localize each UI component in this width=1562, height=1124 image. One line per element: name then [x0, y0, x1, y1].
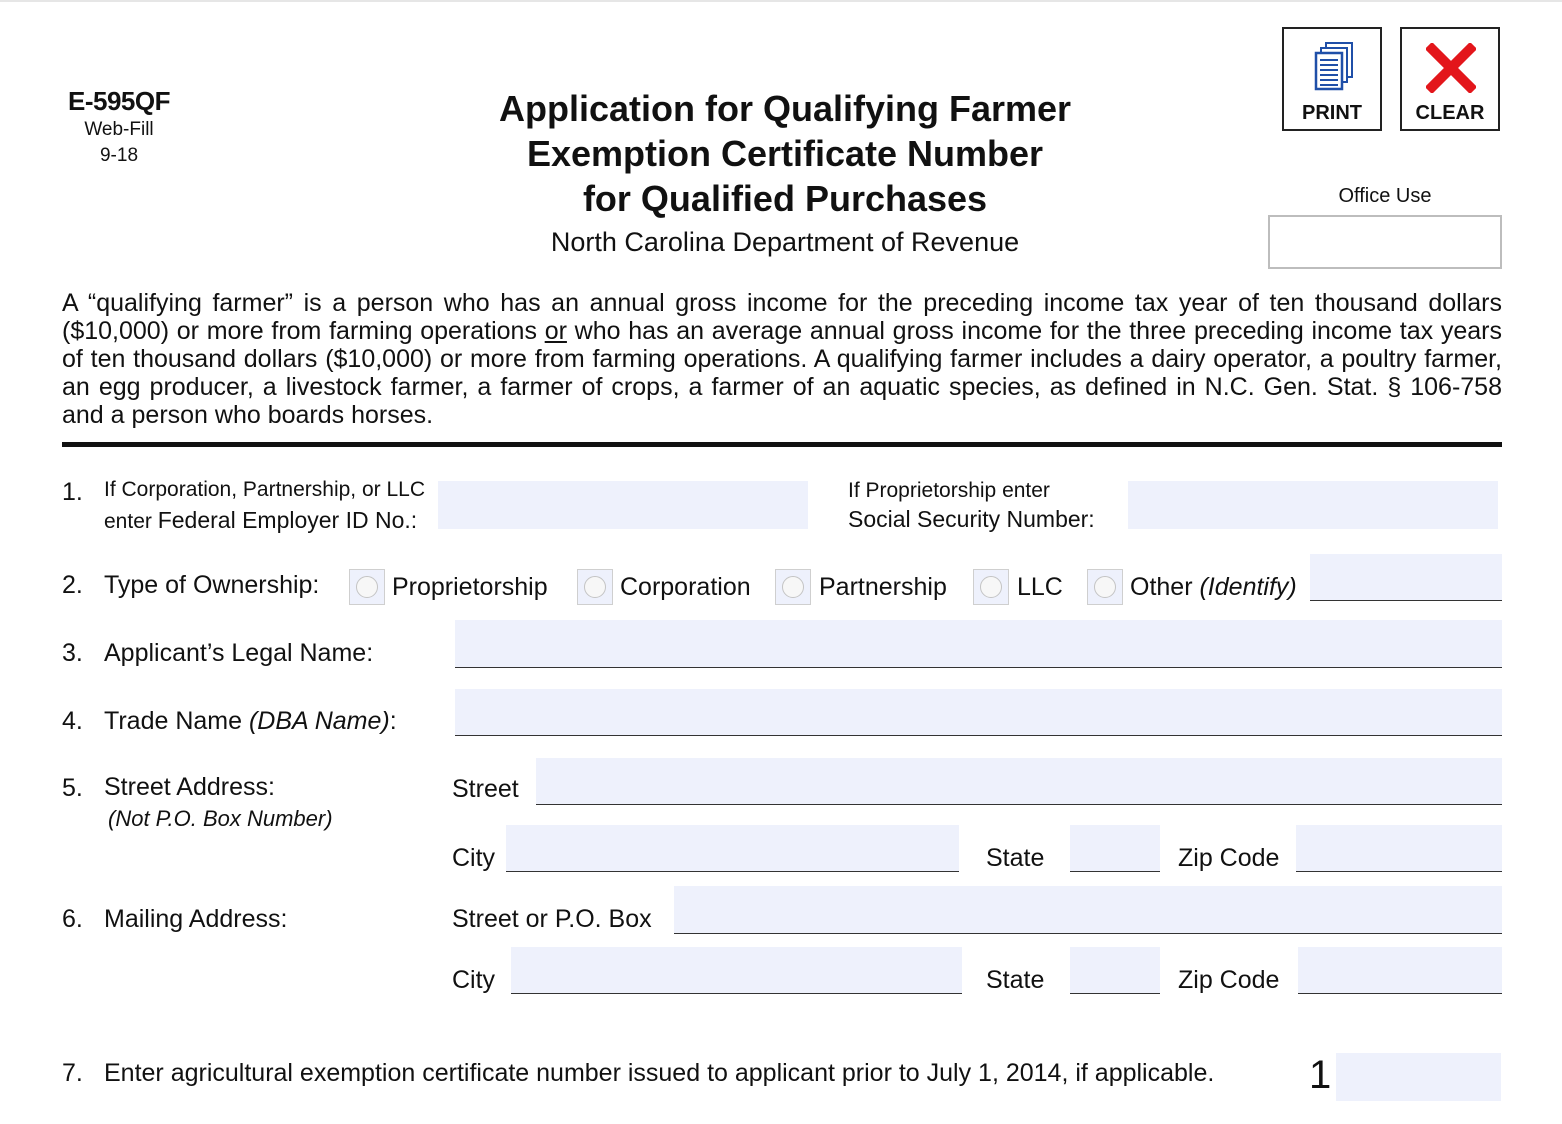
radio-circle [782, 576, 804, 598]
mailing-street-label: Street or P.O. Box [452, 905, 652, 933]
mailing-city-label: City [452, 966, 496, 994]
intro-paragraph: A “qualifying farmer” is a person who ha… [62, 289, 1502, 429]
intro-or-emphasis: or [544, 317, 567, 345]
print-button[interactable]: PRINT [1282, 27, 1382, 131]
city-input[interactable] [506, 825, 959, 871]
fein-label-prefix: enter [104, 510, 158, 533]
mailing-zip-field[interactable] [1298, 947, 1502, 994]
radio-other[interactable] [1087, 569, 1123, 605]
city-field[interactable] [506, 825, 959, 872]
zip-label: Zip Code [1178, 844, 1280, 872]
certificate-prefix: 1 [1309, 1053, 1332, 1097]
zip-field[interactable] [1296, 825, 1502, 872]
form-title-line-1: Application for Qualifying Farmer [498, 88, 1072, 129]
radio-proprietorship[interactable] [349, 569, 385, 605]
state-input[interactable] [1070, 825, 1160, 871]
ownership-label: Type of Ownership: [104, 571, 320, 599]
street-field[interactable] [536, 758, 1502, 805]
mailing-state-label: State [986, 966, 1045, 994]
mailing-zip-label: Zip Code [1178, 966, 1280, 994]
form-id-block: E-595QF Web-Fill 9-18 [58, 86, 180, 169]
office-use-field[interactable] [1268, 215, 1502, 269]
trade-name-label: Trade Name (DBA Name): [104, 707, 397, 736]
street-input[interactable] [536, 758, 1502, 804]
form-date: 9-18 [99, 145, 139, 166]
mailing-city-input[interactable] [511, 947, 962, 993]
ssn-label-line-2: Social Security Number: [848, 506, 1095, 532]
fein-label-line-2: enter Federal Employer ID No.: [104, 507, 417, 534]
legal-name-label: Applicant’s Legal Name: [104, 639, 374, 667]
line-6-number: 6. [62, 905, 83, 933]
line-3-number: 3. [62, 639, 83, 667]
trade-name-hint: (DBA Name) [248, 707, 390, 735]
mailing-street-input[interactable] [674, 886, 1502, 933]
print-button-label: PRINT [1302, 102, 1362, 124]
line-5-number: 5. [62, 774, 83, 802]
trade-name-colon: : [389, 707, 397, 735]
option-other-text: Other [1130, 573, 1193, 601]
fein-label-main: Federal Employer ID No.: [157, 507, 418, 533]
radio-corporation[interactable] [577, 569, 613, 605]
mailing-state-field[interactable] [1070, 947, 1160, 994]
radio-llc[interactable] [973, 569, 1009, 605]
clear-button[interactable]: CLEAR [1400, 27, 1500, 131]
state-label: State [986, 844, 1045, 872]
form-title-line-2: Exemption Certificate Number [526, 133, 1044, 174]
option-proprietorship-label: Proprietorship [392, 573, 548, 601]
line-7-number: 7. [62, 1059, 83, 1087]
office-use-label: Office Use [1338, 185, 1432, 207]
trade-name-input[interactable] [455, 689, 1502, 735]
form-edition: Web-Fill [84, 119, 154, 140]
prior-certificate-label: Enter agricultural exemption certificate… [104, 1059, 1215, 1087]
street-address-note: (Not P.O. Box Number) [108, 806, 333, 831]
street-label: Street [452, 775, 519, 803]
line-4-number: 4. [62, 707, 83, 735]
mailing-zip-input[interactable] [1298, 947, 1502, 993]
line-2-number: 2. [62, 571, 83, 599]
mailing-city-field[interactable] [511, 947, 962, 994]
prior-certificate-input[interactable] [1336, 1053, 1501, 1101]
zip-input[interactable] [1296, 825, 1502, 871]
fein-field[interactable] [438, 481, 808, 529]
street-address-label: Street Address: [104, 773, 275, 801]
prior-certificate-field[interactable] [1336, 1053, 1501, 1101]
mailing-street-field[interactable] [674, 886, 1502, 934]
other-identify-input[interactable] [1310, 554, 1502, 600]
ssn-label-line-1: If Proprietorship enter [848, 479, 1050, 502]
option-partnership-label: Partnership [819, 573, 947, 601]
legal-name-input[interactable] [455, 620, 1502, 667]
form-code: E-595QF [68, 86, 171, 116]
print-icon [1312, 41, 1356, 98]
department-name: North Carolina Department of Revenue [550, 227, 1020, 257]
form-title-line-3: for Qualified Purchases [582, 178, 988, 219]
other-identify-field[interactable] [1310, 554, 1502, 601]
form-title-block: Application for Qualifying Farmer Exempt… [440, 86, 1130, 258]
city-label: City [452, 844, 496, 872]
option-other-hint: (Identify) [1199, 573, 1297, 601]
fein-input[interactable] [438, 481, 808, 529]
mailing-state-input[interactable] [1070, 947, 1160, 993]
state-field[interactable] [1070, 825, 1160, 872]
option-llc-label: LLC [1017, 573, 1063, 601]
ssn-field[interactable] [1128, 481, 1498, 529]
option-corporation-label: Corporation [620, 573, 751, 601]
radio-partnership[interactable] [775, 569, 811, 605]
legal-name-field[interactable] [455, 620, 1502, 668]
fein-label-line-1: If Corporation, Partnership, or LLC [104, 478, 425, 501]
mailing-address-label: Mailing Address: [104, 905, 288, 933]
office-use-input[interactable] [1270, 217, 1500, 267]
trade-name-text: Trade Name [104, 707, 243, 735]
line-1-number: 1. [62, 478, 83, 506]
radio-circle [1094, 576, 1116, 598]
top-border [0, 0, 1562, 2]
radio-circle [980, 576, 1002, 598]
radio-circle [356, 576, 378, 598]
option-other-label: Other (Identify) [1130, 573, 1297, 602]
trade-name-field[interactable] [455, 689, 1502, 736]
close-x-icon [1424, 41, 1478, 98]
ssn-input[interactable] [1128, 481, 1498, 529]
section-divider [62, 442, 1502, 447]
clear-button-label: CLEAR [1415, 102, 1485, 124]
radio-circle [584, 576, 606, 598]
